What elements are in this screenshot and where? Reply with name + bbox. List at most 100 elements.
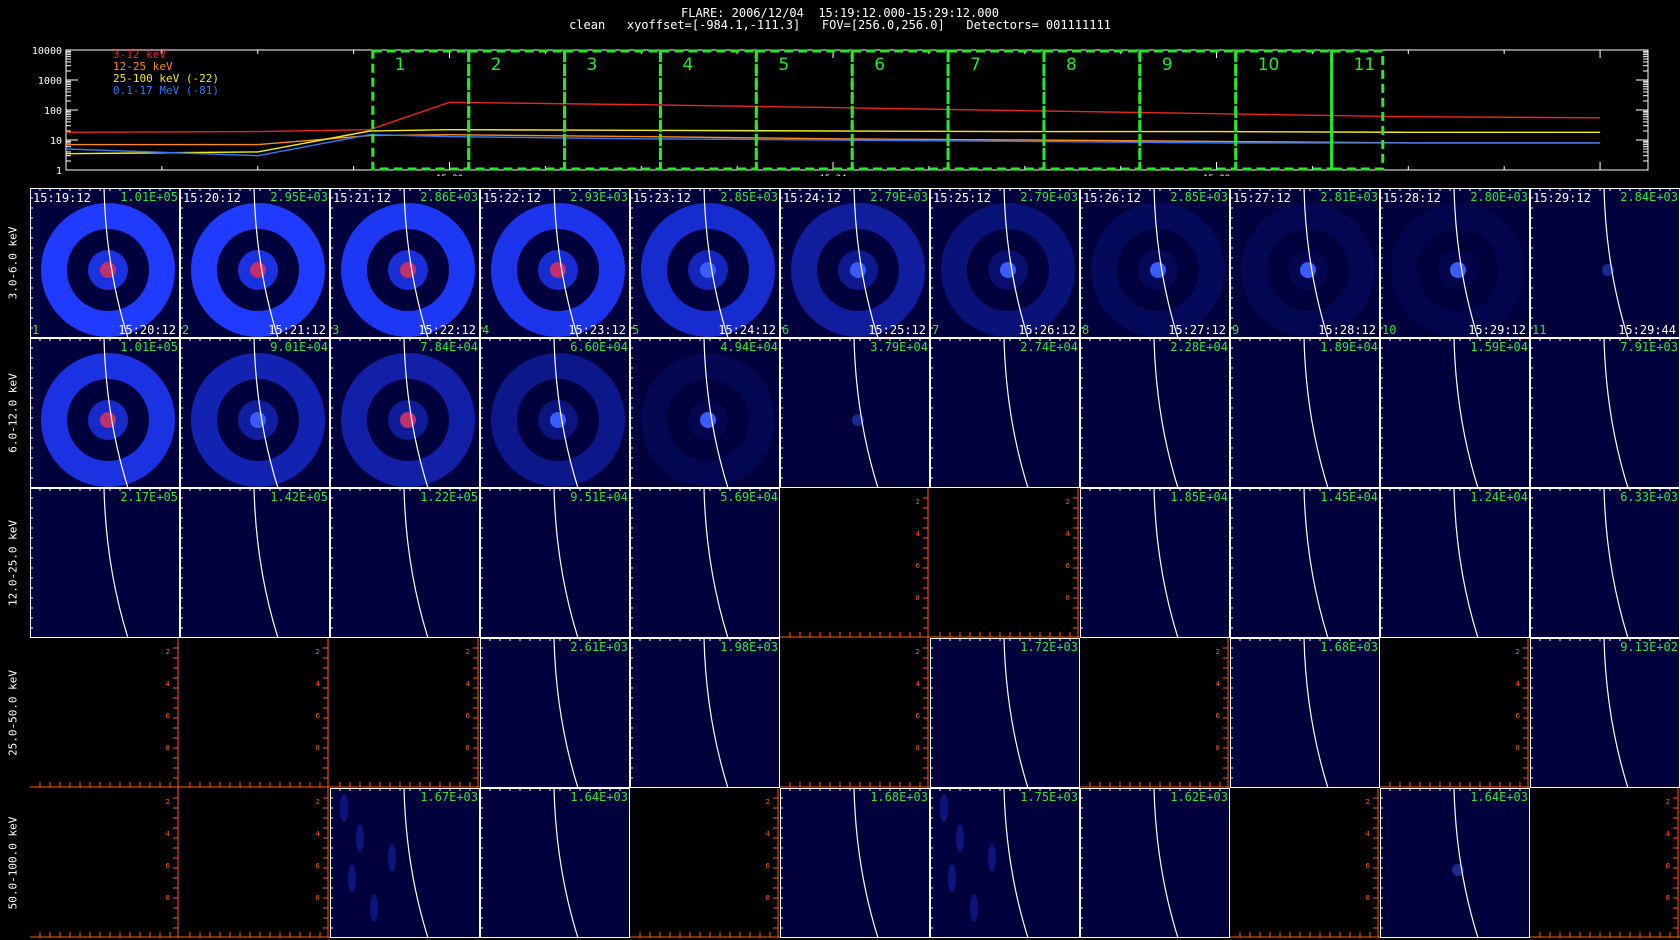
- image-cell[interactable]: 2 4 6 8: [1230, 788, 1380, 938]
- row-label: 50.0-100.0 keV: [0, 788, 26, 938]
- cell-index: 8: [1082, 323, 1090, 337]
- empty-axis-label: 2: [1066, 498, 1070, 506]
- cell-graphic: [30, 188, 180, 338]
- image-cell[interactable]: 1.59E+04: [1380, 338, 1530, 488]
- cell-peak-value: 2.95E+03: [270, 190, 328, 204]
- cell-peak-value: 5.69E+04: [720, 490, 778, 504]
- image-cell[interactable]: 2 4 6 8: [30, 788, 180, 938]
- cell-peak-value: 2.61E+03: [570, 640, 628, 654]
- image-cell[interactable]: 5.69E+04: [630, 488, 780, 638]
- row-label-text: 6.0-12.0 keV: [6, 373, 20, 453]
- image-cell[interactable]: 1.67E+03: [330, 788, 480, 938]
- empty-axis-label: 2: [166, 798, 170, 806]
- image-cell[interactable]: 7.91E+03: [1530, 338, 1680, 488]
- empty-axis-label: 8: [466, 744, 470, 752]
- cell-background: [1380, 638, 1530, 788]
- image-cell[interactable]: 2 4 6 8: [180, 788, 330, 938]
- cell-peak-value: 1.64E+03: [1470, 790, 1528, 804]
- image-cell[interactable]: 15:22:12 15:23:12 4 2.93E+03: [480, 188, 630, 338]
- red-source: [400, 412, 416, 428]
- image-cell[interactable]: 9.01E+04: [180, 338, 330, 488]
- image-cell[interactable]: 1.24E+04: [1380, 488, 1530, 638]
- empty-axis-label: 4: [1666, 830, 1671, 838]
- image-cell[interactable]: 7.84E+04: [330, 338, 480, 488]
- empty-axis-label: 8: [1066, 594, 1070, 602]
- cell-graphic: [480, 188, 630, 338]
- cell-start-time: 15:20:12: [183, 191, 241, 205]
- cell-background: [180, 788, 330, 938]
- image-cell[interactable]: 15:25:12 15:26:12 7 2.79E+03: [930, 188, 1080, 338]
- cell-graphic: [330, 338, 480, 488]
- empty-axis-label: 8: [916, 744, 920, 752]
- image-cell[interactable]: 15:27:12 15:28:12 9 2.81E+03: [1230, 188, 1380, 338]
- noise-streak: [370, 894, 378, 922]
- cell-graphic: [630, 188, 780, 338]
- image-cell[interactable]: 1.64E+03: [480, 788, 630, 938]
- image-cell[interactable]: 1.22E+05: [330, 488, 480, 638]
- image-cell[interactable]: 3.79E+04: [780, 338, 930, 488]
- image-cell[interactable]: 2 4 6 8: [330, 638, 480, 788]
- image-cell[interactable]: 2 4 6 8: [630, 788, 780, 938]
- image-cell[interactable]: 2 4 6 8: [180, 638, 330, 788]
- cell-end-time: 15:29:12: [1468, 323, 1526, 337]
- image-cell[interactable]: 6.60E+04: [480, 338, 630, 488]
- cell-graphic: [1080, 488, 1230, 638]
- image-cell[interactable]: 1.85E+04: [1080, 488, 1230, 638]
- image-cell[interactable]: 9.51E+04: [480, 488, 630, 638]
- cell-start-time: 15:24:12: [783, 191, 841, 205]
- image-cell[interactable]: 2.17E+05: [30, 488, 180, 638]
- cell-graphic: [1530, 188, 1680, 338]
- image-cell[interactable]: 2 4 6 8: [1530, 788, 1680, 938]
- image-cell[interactable]: 1.75E+03: [930, 788, 1080, 938]
- image-cell[interactable]: 15:24:12 15:25:12 6 2.79E+03: [780, 188, 930, 338]
- cell-end-time: 15:26:12: [1018, 323, 1076, 337]
- image-cell[interactable]: 1.01E+05: [30, 338, 180, 488]
- image-cell[interactable]: 2 4 6 8: [1080, 638, 1230, 788]
- cell-graphic: [930, 788, 1080, 938]
- image-cell[interactable]: 4.94E+04: [630, 338, 780, 488]
- cell-end-time: 15:25:12: [868, 323, 926, 337]
- cell-graphic: [1380, 188, 1530, 338]
- image-cell[interactable]: 2.28E+04: [1080, 338, 1230, 488]
- image-cell[interactable]: 2 4 6 8: [780, 488, 930, 638]
- image-cell[interactable]: 15:26:12 15:27:12 8 2.85E+03: [1080, 188, 1230, 338]
- empty-axis-label: 8: [166, 744, 170, 752]
- empty-axis-label: 2: [916, 648, 920, 656]
- image-cell[interactable]: 2.74E+04: [930, 338, 1080, 488]
- image-cell[interactable]: 1.64E+03: [1380, 788, 1530, 938]
- cell-peak-value: 1.68E+03: [870, 790, 928, 804]
- image-cell[interactable]: 9.13E+02: [1530, 638, 1680, 788]
- image-cell[interactable]: 6.33E+03: [1530, 488, 1680, 638]
- cell-index: 7: [932, 323, 940, 337]
- image-cell[interactable]: 2 4 6 8: [30, 638, 180, 788]
- cell-graphic: 2 4 6 8: [1530, 788, 1680, 938]
- image-cell[interactable]: 15:20:12 15:21:12 2 2.95E+03: [180, 188, 330, 338]
- image-cell[interactable]: 15:29:12 15:29:44 11 2.84E+03: [1530, 188, 1680, 338]
- image-cell[interactable]: 15:28:12 15:29:12 10 2.80E+03: [1380, 188, 1530, 338]
- image-cell[interactable]: 2 4 6 8: [780, 638, 930, 788]
- image-cell[interactable]: 1.68E+03: [1230, 638, 1380, 788]
- image-cell[interactable]: 2.61E+03: [480, 638, 630, 788]
- image-cell[interactable]: 2 4 6 8: [930, 488, 1080, 638]
- image-cell[interactable]: 1.45E+04: [1230, 488, 1380, 638]
- cell-start-time: 15:28:12: [1383, 191, 1441, 205]
- cell-peak-value: 2.86E+03: [420, 190, 478, 204]
- cell-peak-value: 2.93E+03: [570, 190, 628, 204]
- cell-peak-value: 1.85E+04: [1170, 490, 1228, 504]
- empty-axis-label: 4: [316, 830, 321, 838]
- image-cell[interactable]: 1.62E+03: [1080, 788, 1230, 938]
- cell-graphic: [1230, 488, 1380, 638]
- cell-end-time: 15:20:12: [118, 323, 176, 337]
- image-cell[interactable]: 1.42E+05: [180, 488, 330, 638]
- cell-graphic: 2 4 6 8: [330, 638, 480, 788]
- image-cell[interactable]: 15:23:12 15:24:12 5 2.85E+03: [630, 188, 780, 338]
- image-cell[interactable]: 15:21:12 15:22:12 3 2.86E+03: [330, 188, 480, 338]
- cell-background: [780, 638, 930, 788]
- image-cell[interactable]: 1.72E+03: [930, 638, 1080, 788]
- image-cell[interactable]: 1.98E+03: [630, 638, 780, 788]
- image-cell[interactable]: 2 4 6 8: [1380, 638, 1530, 788]
- image-cell[interactable]: 15:19:12 15:20:12 1 1.01E+05: [30, 188, 180, 338]
- image-cell[interactable]: 1.68E+03: [780, 788, 930, 938]
- image-cell[interactable]: 1.89E+04: [1230, 338, 1380, 488]
- cell-graphic: 2 4 6 8: [630, 788, 780, 938]
